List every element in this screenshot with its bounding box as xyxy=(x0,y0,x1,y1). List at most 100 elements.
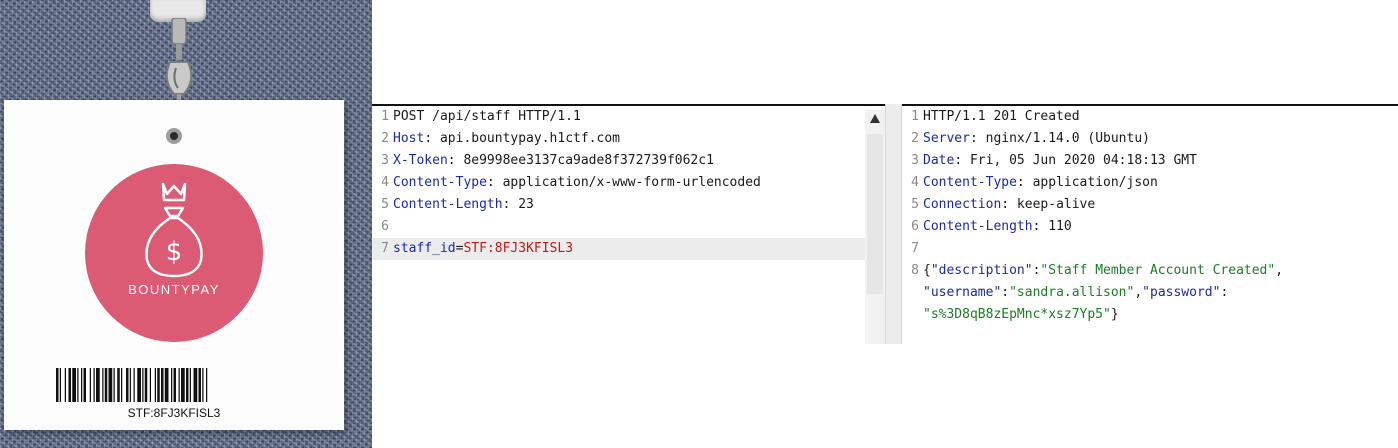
line-content: Content-Length: 23 xyxy=(393,194,534,216)
lanyard-clip-icon xyxy=(165,18,193,112)
response-lines: 1 HTTP/1.1 201 Created 2 Server: nginx/1.14… xyxy=(902,106,1398,326)
line-content: "username":"sandra.allison","password": xyxy=(923,282,1228,304)
barcode-bar xyxy=(144,368,148,402)
header-name: X-Token xyxy=(393,153,448,168)
request-line[interactable]: 5 Content-Length: 23 xyxy=(372,194,885,216)
response-line[interactable]: 5 Connection: keep-alive xyxy=(902,194,1398,216)
header-value: : application/x-www-form-urlencoded xyxy=(486,175,761,190)
brand-name: BOUNTYPAY xyxy=(128,282,220,297)
barcode-bar xyxy=(178,368,180,402)
bountypay-logo: $ BOUNTYPAY xyxy=(85,164,263,342)
header-name: Server xyxy=(923,131,970,146)
response-viewer[interactable]: 1 HTTP/1.1 201 Created 2 Server: nginx/1.14… xyxy=(902,104,1398,344)
barcode-bar xyxy=(83,368,86,402)
badge-photo: $ BOUNTYPAY STF:8FJ3KFISL3 xyxy=(0,0,372,448)
request-line[interactable]: 2 Host: api.bountypay.h1ctf.com xyxy=(372,128,885,150)
request-line[interactable]: 3 X-Token: 8e9998ee3137ca9ade8f372739f062… xyxy=(372,150,885,172)
header-value: : 8e9998ee3137ca9ade8f372739f062c1 xyxy=(447,153,714,168)
json-punct: { xyxy=(923,263,931,278)
header-name: Content-Type xyxy=(923,175,1017,190)
response-line[interactable]: "s%3D8qB8zEpMnc*xsz7Yp5"} xyxy=(902,304,1398,326)
line-number: 2 xyxy=(911,131,919,146)
param-value: STF:8FJ3KFISL3 xyxy=(463,241,574,256)
barcode-bar xyxy=(89,368,91,402)
request-line[interactable]: 7 staff_id=STF:8FJ3KFISL3 xyxy=(372,238,885,260)
line-number: 6 xyxy=(911,219,919,234)
barcode-bar xyxy=(149,368,151,402)
response-line[interactable]: 2 Server: nginx/1.14.0 (Ubuntu) xyxy=(902,128,1398,150)
barcode-bar xyxy=(154,368,156,402)
response-line[interactable]: 6 Content-Length: 110 xyxy=(902,216,1398,238)
param-name: staff_id xyxy=(393,241,456,256)
json-string: "Staff Member Account Created" xyxy=(1040,263,1276,278)
json-punct: , xyxy=(1134,285,1143,300)
line-content: Date: Fri, 05 Jun 2020 04:18:13 GMT xyxy=(923,150,1197,172)
barcode-bar xyxy=(59,368,61,402)
barcode-bar xyxy=(186,368,189,402)
json-key: "description" xyxy=(930,263,1033,278)
barcode-bar xyxy=(104,368,108,402)
barcode xyxy=(56,368,208,402)
svg-text:$: $ xyxy=(166,237,183,267)
scroll-up-arrow-icon[interactable] xyxy=(870,114,880,123)
barcode-bar xyxy=(102,368,104,402)
line-content: Content-Type: application/x-www-form-url… xyxy=(393,172,761,194)
line-number: 8 xyxy=(911,263,919,278)
barcode-bar xyxy=(164,368,169,402)
line-number: 6 xyxy=(381,219,389,234)
request-line[interactable]: 6 xyxy=(372,216,885,238)
line-number: 4 xyxy=(911,175,919,190)
response-line[interactable]: 8 {"description":"Staff Member Account Cr… xyxy=(902,260,1398,282)
barcode-bar xyxy=(93,368,95,402)
header-name: Content-Type xyxy=(393,175,487,190)
scroll-thumb[interactable] xyxy=(867,134,883,294)
barcode-bar xyxy=(142,368,144,402)
pane-splitter[interactable] xyxy=(885,104,902,344)
response-line[interactable]: "username":"sandra.allison","password": xyxy=(902,282,1398,304)
header-name: Date xyxy=(923,153,955,168)
line-content: staff_id=STF:8FJ3KFISL3 xyxy=(393,238,573,260)
staff-code-label: STF:8FJ3KFISL3 xyxy=(127,406,221,420)
json-punct: , xyxy=(1275,263,1284,278)
barcode-bar xyxy=(96,368,100,402)
plain-text: HTTP/1.1 201 Created xyxy=(923,109,1080,124)
line-content: {"description":"Staff Member Account Cre… xyxy=(923,260,1283,282)
barcode-bar xyxy=(173,368,176,402)
response-line[interactable]: 4 Content-Type: application/json xyxy=(902,172,1398,194)
plain-text: POST /api/staff HTTP/1.1 xyxy=(393,109,581,124)
request-line[interactable]: 1 POST /api/staff HTTP/1.1 xyxy=(372,106,885,128)
badge-punch-hole xyxy=(166,128,182,144)
header-value: : 23 xyxy=(502,197,534,212)
barcode-bar xyxy=(161,368,164,402)
barcode-bar xyxy=(72,368,76,402)
response-line[interactable]: 7 xyxy=(902,238,1398,260)
line-number: 1 xyxy=(911,109,919,124)
line-content: POST /api/staff HTTP/1.1 xyxy=(393,106,581,128)
json-punct: : xyxy=(1001,285,1010,300)
response-line[interactable]: 1 HTTP/1.1 201 Created xyxy=(902,106,1398,128)
barcode-bar xyxy=(202,368,204,402)
line-content: X-Token: 8e9998ee3137ca9ade8f372739f062c… xyxy=(393,150,714,172)
barcode-bar xyxy=(206,368,208,402)
barcode-bar xyxy=(113,368,115,402)
barcode-bar xyxy=(189,368,191,402)
line-number: 4 xyxy=(381,175,389,190)
json-key: "password" xyxy=(1142,285,1221,300)
line-number: 1 xyxy=(381,109,389,124)
barcode-bar xyxy=(117,368,120,402)
barcode-bar xyxy=(181,368,185,402)
barcode-bar xyxy=(77,368,79,402)
request-editor[interactable]: 1 POST /api/staff HTTP/1.1 2 Host: api.boun… xyxy=(372,104,885,344)
line-number: 2 xyxy=(381,131,389,146)
response-line[interactable]: 3 Date: Fri, 05 Jun 2020 04:18:13 GMT xyxy=(902,150,1398,172)
request-scrollbar[interactable] xyxy=(865,110,885,344)
header-value: : nginx/1.14.0 (Ubuntu) xyxy=(969,131,1150,146)
json-punct: : xyxy=(1220,285,1229,300)
json-string: "sandra.allison" xyxy=(1009,285,1135,300)
header-name: Host xyxy=(393,131,425,146)
line-number: 5 xyxy=(911,197,919,212)
barcode-bar xyxy=(198,368,201,402)
header-value: : Fri, 05 Jun 2020 04:18:13 GMT xyxy=(954,153,1197,168)
request-line[interactable]: 4 Content-Type: application/x-www-form-ur… xyxy=(372,172,885,194)
barcode-bar xyxy=(126,368,129,402)
